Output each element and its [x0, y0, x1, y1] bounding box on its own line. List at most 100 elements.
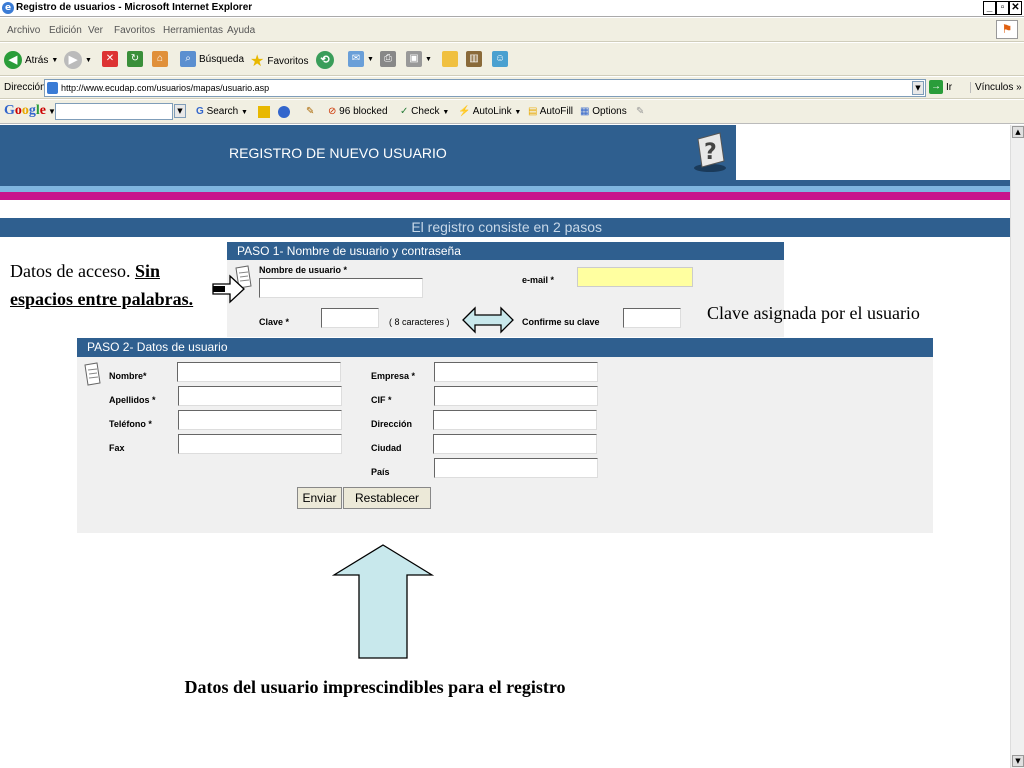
forward-arrow-icon: ▶: [64, 51, 82, 69]
print-button[interactable]: ⎙: [380, 51, 396, 67]
empresa-label: Empresa *: [371, 371, 416, 381]
research-button[interactable]: ▥: [466, 51, 482, 67]
page-content: REGISTRO DE NUEVO USUARIO ? El registro …: [0, 125, 1010, 768]
history-button[interactable]: ⟲: [316, 51, 334, 69]
scroll-down-button[interactable]: ▼: [1012, 755, 1024, 767]
ciudad-label: Ciudad: [371, 443, 402, 453]
submit-button[interactable]: Enviar: [297, 487, 342, 509]
popup-blocked-icon: ⊘: [328, 106, 337, 117]
mail-button[interactable]: ✉ ▼: [348, 51, 374, 67]
options-icon: ▦: [580, 106, 590, 117]
username-input[interactable]: [259, 278, 423, 298]
go-label: Ir: [946, 81, 953, 93]
favorites-label: Favoritos: [267, 55, 309, 67]
direccion-input[interactable]: [433, 410, 597, 430]
address-url: http://www.ecudap.com/usuarios/mapas/usu…: [61, 83, 270, 93]
pais-input[interactable]: [434, 458, 598, 478]
apellidos-input[interactable]: [178, 386, 342, 406]
autofill-button[interactable]: ▤ AutoFill: [528, 106, 573, 117]
forward-button[interactable]: ▶ ▼: [64, 51, 92, 69]
back-button[interactable]: ◀ Atrás ▼: [4, 51, 58, 69]
page-icon: [47, 82, 58, 94]
ciudad-input[interactable]: [433, 434, 597, 454]
google-g-icon: G: [196, 106, 204, 117]
discuss-button[interactable]: [442, 51, 458, 67]
password-hint: ( 8 caracteres ): [389, 317, 450, 327]
menu-ayuda[interactable]: Ayuda: [227, 25, 255, 36]
highlight-icon[interactable]: ✎: [306, 106, 314, 117]
search-icon: ⌕: [180, 51, 196, 67]
address-input[interactable]: http://www.ecudap.com/usuarios/mapas/usu…: [44, 79, 926, 97]
minimize-button[interactable]: _: [983, 1, 996, 15]
banner-title: REGISTRO DE NUEVO USUARIO: [229, 145, 447, 161]
popup-blocker-button[interactable]: ⊘ 96 blocked: [328, 106, 388, 117]
nombre-input[interactable]: [177, 362, 341, 382]
home-button[interactable]: ⌂: [152, 51, 168, 67]
help-question-icon: ?: [694, 132, 726, 172]
blocked-label: 96 blocked: [339, 106, 388, 117]
search-button[interactable]: ⌕ Búsqueda: [180, 51, 244, 67]
apellidos-label: Apellidos *: [109, 395, 156, 405]
autolink-button[interactable]: ⚡ AutoLink ▼: [458, 106, 521, 117]
address-dropdown-button[interactable]: ▼: [912, 81, 924, 95]
menu-edicion[interactable]: Edición: [49, 25, 82, 36]
history-icon: ⟲: [316, 51, 334, 69]
username-label: Nombre de usuario *: [259, 265, 348, 275]
address-label: Dirección: [4, 82, 46, 93]
double-arrow-annotation: [462, 306, 514, 334]
standard-toolbar: ◀ Atrás ▼ ▶ ▼ ✕ ↻ ⌂ ⌕ Búsqueda ★ Favoritos…: [0, 43, 1024, 76]
password-label: Clave *: [259, 317, 290, 327]
links-button[interactable]: Vínculos »: [970, 82, 1022, 93]
spell-check-button[interactable]: ✓ Check ▼: [400, 106, 449, 117]
google-logo[interactable]: Google ▼: [4, 103, 56, 119]
vertical-scrollbar[interactable]: ▲ ▼: [1010, 125, 1024, 768]
google-search-label: Search: [206, 106, 239, 117]
access-data-note: Datos de acceso. Sin espacios entre pala…: [10, 257, 210, 313]
go-button[interactable]: → Ir: [929, 80, 952, 94]
menu-archivo[interactable]: Archivo: [7, 25, 40, 36]
email-input[interactable]: [577, 267, 693, 287]
menu-bar: Archivo Edición Ver Favoritos Herramient…: [0, 18, 1024, 42]
reset-button[interactable]: Restablecer: [343, 487, 431, 509]
google-search-dropdown[interactable]: ▼: [174, 104, 186, 118]
password-note: Clave asignada por el usuario: [707, 303, 920, 323]
google-search-button[interactable]: G Search ▼: [196, 106, 248, 117]
empresa-input[interactable]: [434, 362, 598, 382]
mail-icon: ✉: [348, 51, 364, 67]
menu-favoritos[interactable]: Favoritos: [114, 25, 155, 36]
edit-button[interactable]: ▣ ▼: [406, 51, 432, 67]
google-search-input[interactable]: [55, 103, 173, 120]
messenger-button[interactable]: ☺: [492, 51, 508, 67]
close-button[interactable]: ✕: [1009, 1, 1022, 15]
scroll-up-button[interactable]: ▲: [1012, 126, 1024, 138]
fax-input[interactable]: [178, 434, 342, 454]
telefono-label: Teléfono *: [109, 419, 152, 429]
stop-button[interactable]: ✕: [102, 51, 118, 67]
wand-icon: ⚡: [458, 106, 471, 117]
menu-ver[interactable]: Ver: [88, 25, 103, 36]
autolink-label: AutoLink: [472, 106, 512, 117]
refresh-button[interactable]: ↻: [127, 51, 143, 67]
ie-logo-icon: e: [2, 2, 14, 14]
step2-panel: PASO 2- Datos de usuario Nombre* Apellid…: [77, 338, 933, 533]
messenger-icon: ☺: [492, 51, 508, 67]
telefono-input[interactable]: [178, 410, 342, 430]
email-label: e-mail *: [522, 275, 555, 285]
links-label: Vínculos: [975, 82, 1014, 93]
check-label: Check: [411, 106, 440, 117]
google-toolbar: Google ▼ ▼ G Search ▼ ✎ ⊘ 96 blocked ✓ C…: [0, 100, 1024, 124]
maximize-button[interactable]: ▫: [996, 1, 1009, 15]
favorites-button[interactable]: ★ Favoritos: [250, 51, 308, 71]
password-input[interactable]: [321, 308, 379, 328]
right-arrow-annotation: [212, 274, 245, 304]
pencil-icon[interactable]: ✎: [636, 106, 644, 117]
title-bar: e Registro de usuarios - Microsoft Inter…: [0, 0, 1024, 17]
options-button[interactable]: ▦ Options: [580, 106, 627, 117]
confirm-password-input[interactable]: [623, 308, 681, 328]
stripe-magenta: [0, 192, 1010, 200]
cif-input[interactable]: [434, 386, 598, 406]
page-info-icon[interactable]: [278, 106, 290, 118]
pagerank-icon[interactable]: [258, 106, 270, 118]
menu-herramientas[interactable]: Herramientas: [163, 25, 223, 36]
stop-icon: ✕: [102, 51, 118, 67]
